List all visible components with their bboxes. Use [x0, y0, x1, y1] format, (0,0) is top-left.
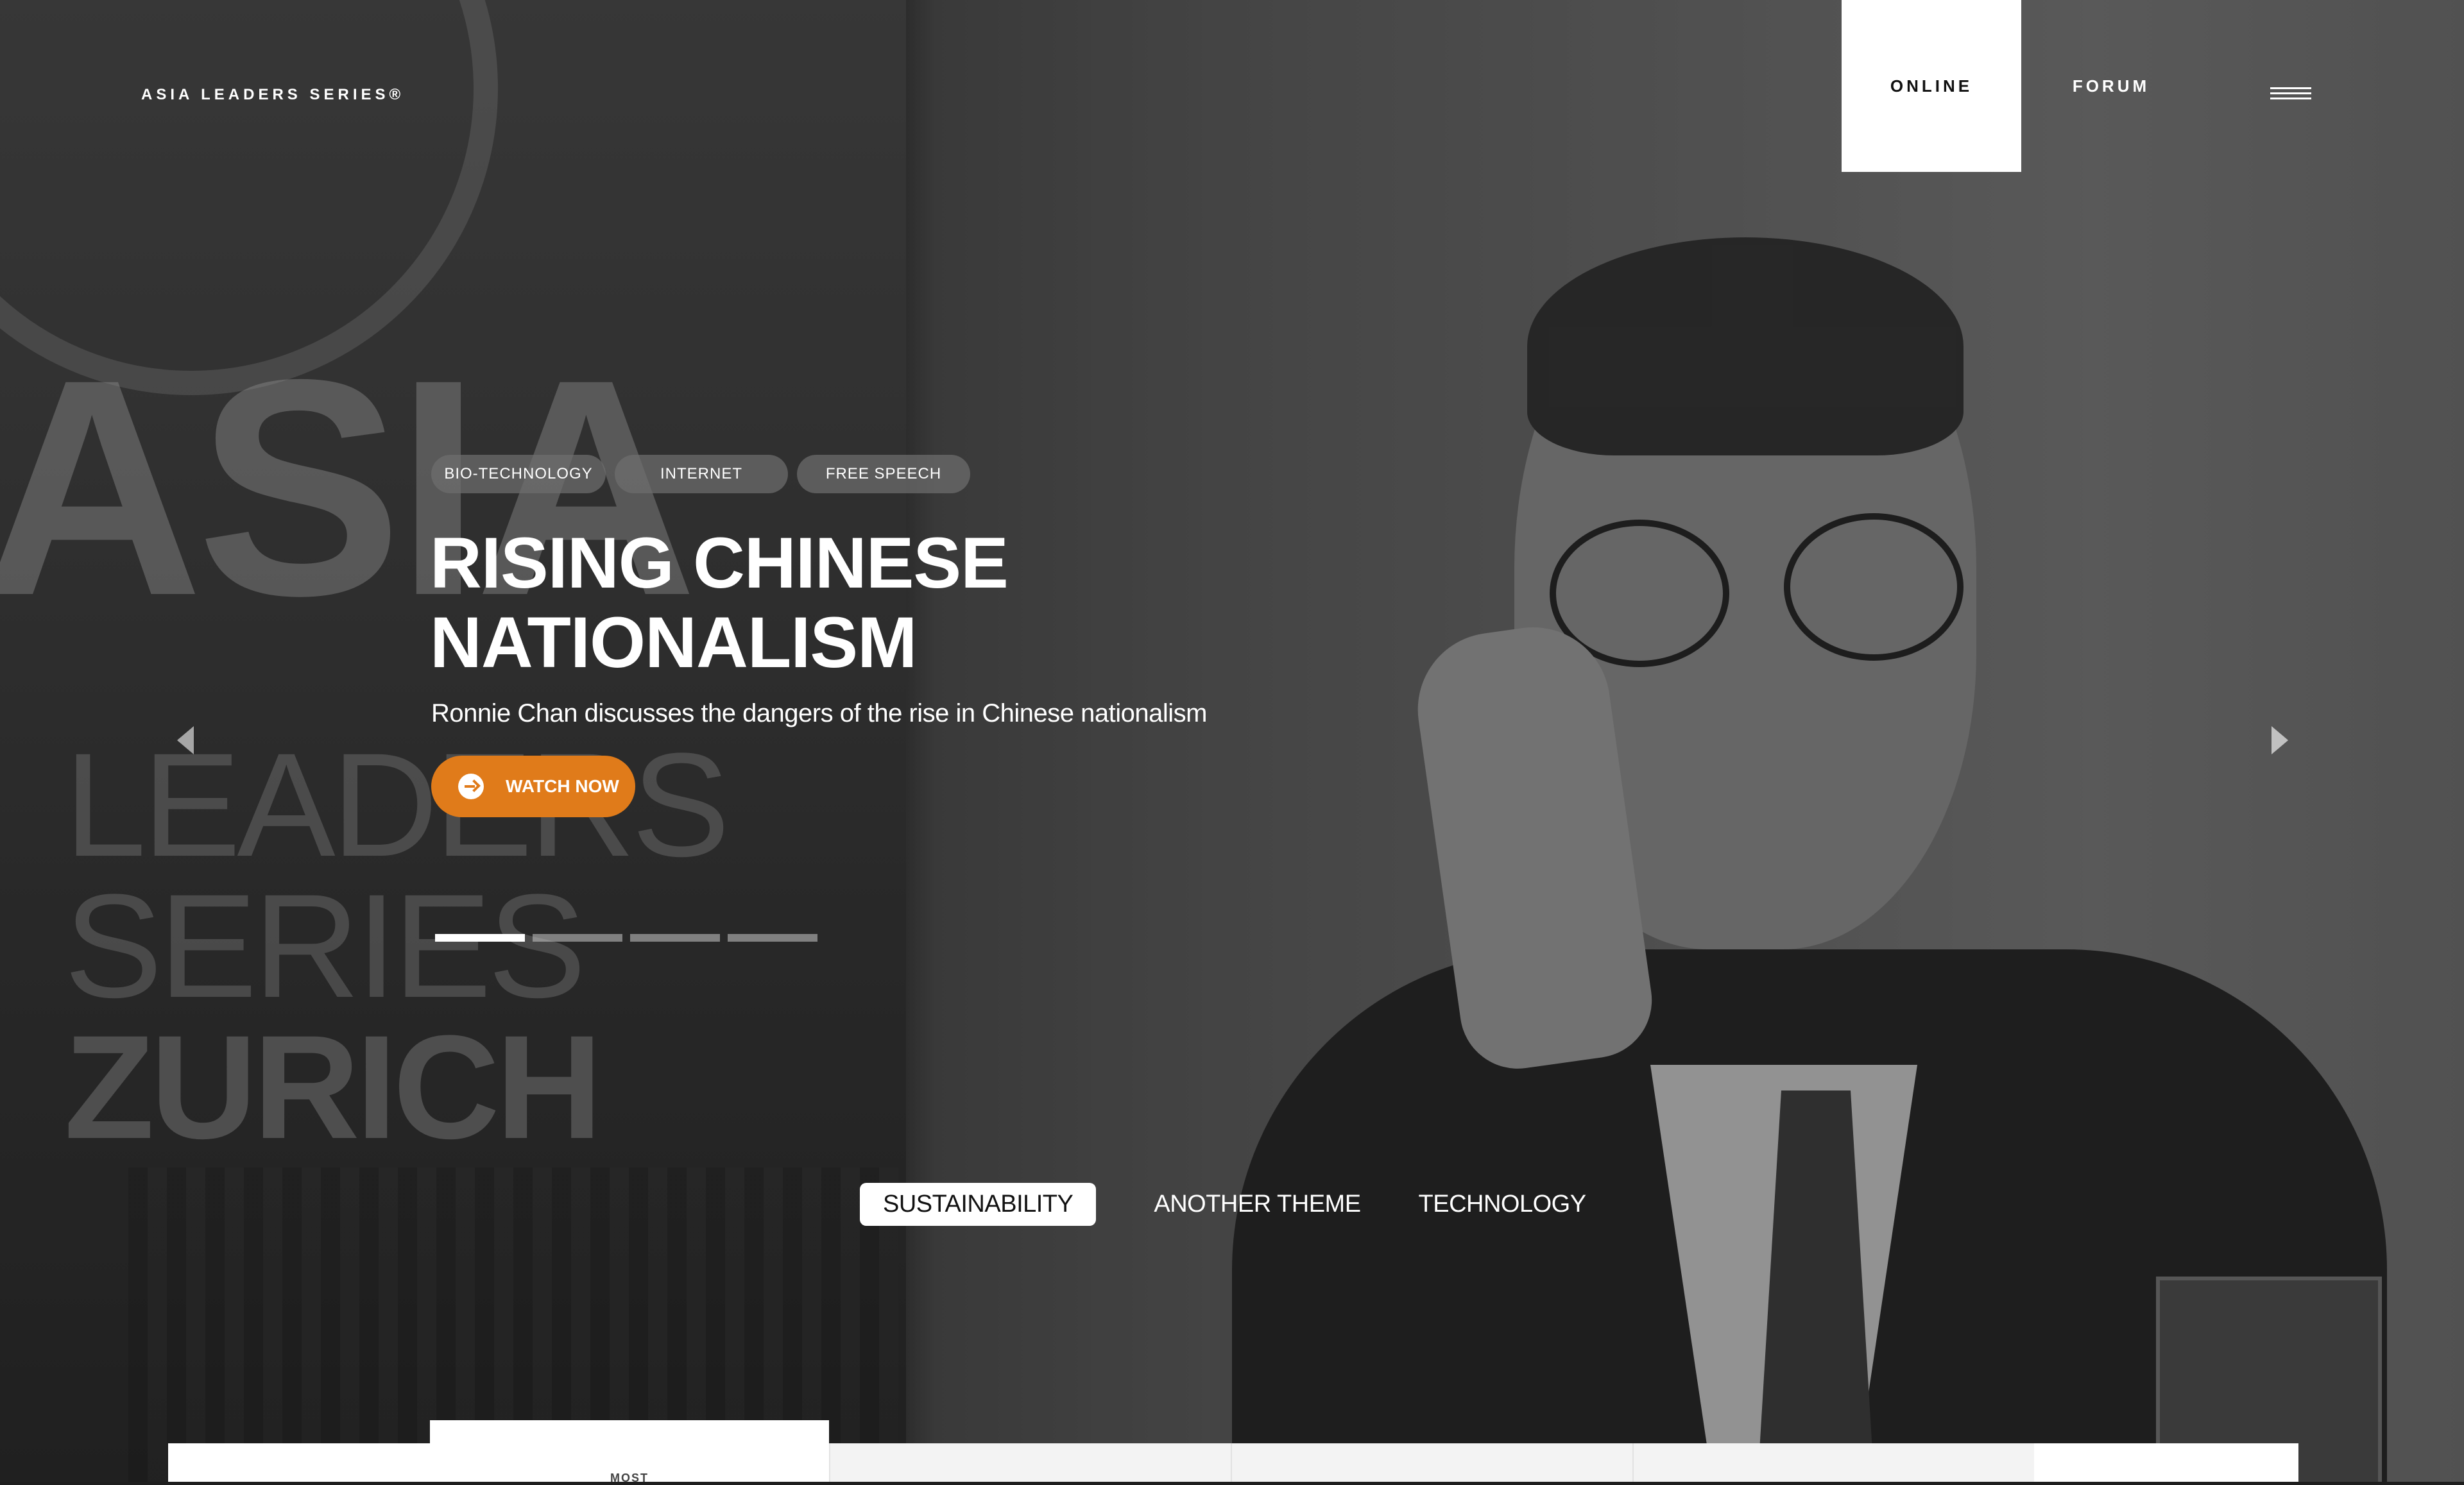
watch-now-button[interactable]: WATCH NOW [431, 756, 635, 817]
hero-section: ASIA LEADERS SERIES ZURICH [0, 0, 2464, 1482]
nav-forum[interactable]: FORUM [2021, 0, 2201, 187]
content-card[interactable] [1231, 1443, 1634, 1482]
slide-indicator-2[interactable] [533, 934, 622, 942]
tag-bio-technology[interactable]: BIO-TECHNOLOGY [431, 455, 606, 493]
nav-forum-label: FORUM [2072, 76, 2150, 96]
arrow-right-circle-icon [458, 774, 484, 799]
topic-tags: BIO-TECHNOLOGY INTERNET FREE SPEECH [431, 455, 970, 493]
content-card[interactable] [2034, 1443, 2298, 1482]
slide-indicator-4[interactable] [728, 934, 817, 942]
watch-now-label: WATCH NOW [506, 776, 619, 796]
slide-indicator-1[interactable] [435, 934, 525, 942]
tag-free-speech[interactable]: FREE SPEECH [797, 455, 970, 493]
cards-tab[interactable]: MOST [430, 1420, 829, 1484]
hero-title-line: RISING CHINESE [430, 523, 1009, 603]
theme-tab-sustainability[interactable]: SUSTAINABILITY [860, 1183, 1097, 1226]
nav-online[interactable]: ONLINE [1842, 0, 2021, 172]
site-logo[interactable]: ASIA LEADERS SERIES® [141, 86, 404, 104]
tag-internet[interactable]: INTERNET [615, 455, 788, 493]
next-slide-icon[interactable] [2272, 726, 2288, 754]
hero-title: RISING CHINESE NATIONALISM [430, 523, 1009, 683]
content-card[interactable] [829, 1443, 1232, 1482]
hero-subtitle: Ronnie Chan discusses the dangers of the… [431, 699, 1207, 727]
theme-tab-technology[interactable]: TECHNOLOGY [1419, 1191, 1587, 1218]
prev-slide-icon[interactable] [177, 726, 194, 754]
theme-tab-another-theme[interactable]: ANOTHER THEME [1154, 1191, 1361, 1218]
slide-indicators [435, 934, 817, 942]
cards-tab-label: MOST [610, 1472, 649, 1484]
hamburger-icon[interactable] [2270, 87, 2311, 101]
hero-title-line: NATIONALISM [430, 602, 917, 683]
slide-indicator-3[interactable] [630, 934, 720, 942]
theme-tabs: SUSTAINABILITY ANOTHER THEME TECHNOLOGY [860, 1183, 1586, 1226]
content-card[interactable] [1632, 1443, 2035, 1482]
